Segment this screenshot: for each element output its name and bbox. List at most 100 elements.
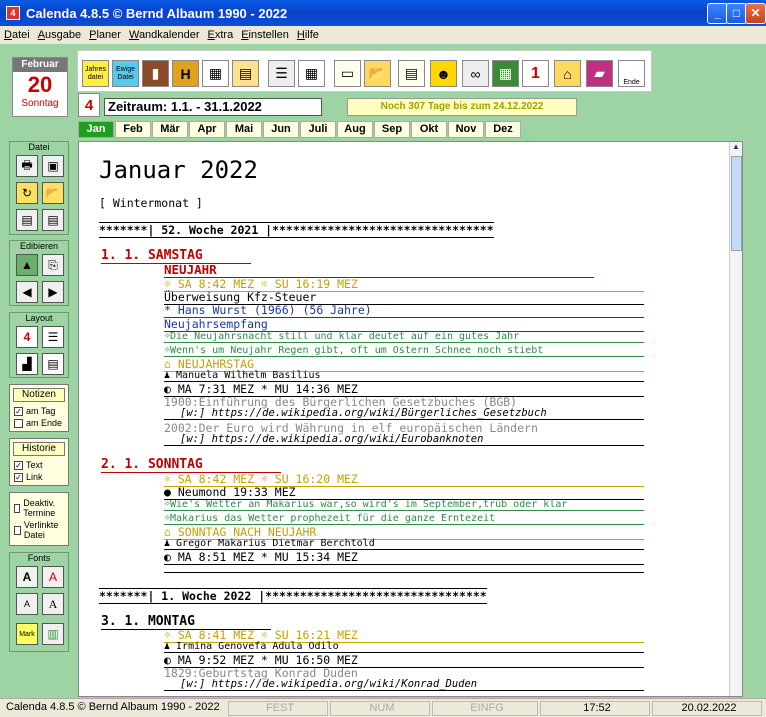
notizen-am-ende-checkbox[interactable]: am Ende [10, 417, 68, 429]
layout-table-icon[interactable]: ▤ [42, 353, 64, 375]
tab-mai[interactable]: Mai [226, 121, 262, 138]
print-icon[interactable]: 🖶 [16, 155, 38, 177]
menu-extra[interactable]: Extra [204, 29, 238, 41]
jahres-datei-icon[interactable]: Jahres datei [82, 60, 109, 87]
current-weekday: Sonntag [21, 98, 59, 109]
zeitraum-field[interactable]: Zeitraum: 1.1. - 31.1.2022 [104, 98, 322, 116]
fonts-group: Fonts A A A A Mark ▥ [9, 552, 69, 652]
tab-nov[interactable]: Nov [448, 121, 484, 138]
tab-okt[interactable]: Okt [411, 121, 447, 138]
entry[interactable]: Neujahrsempfang [164, 317, 644, 332]
grid-icon[interactable]: ▦ [298, 60, 325, 87]
book-icon[interactable]: ▮ [142, 60, 169, 87]
calendar-month-icon[interactable]: ▤ [232, 60, 259, 87]
historie-link-checkbox[interactable]: ✓ Link [10, 471, 68, 483]
am-tag-label: am Tag [26, 406, 56, 416]
document-icon[interactable]: ▤ [398, 60, 425, 87]
tab-feb[interactable]: Feb [115, 121, 151, 138]
notizen-am-tag-checkbox[interactable]: ✓ am Tag [10, 405, 68, 417]
history-link[interactable]: [w:] https://de.wikipedia.org/wiki/Eurob… [164, 433, 644, 446]
vertical-scrollbar[interactable]: ▲ [729, 142, 742, 696]
menu-wandkalender[interactable]: Wandkalender [125, 29, 204, 41]
app-icon: 4 [6, 6, 20, 20]
status-bar: Calenda 4.8.5 © Bernd Albaum 1990 - 2022… [0, 698, 766, 717]
deaktiv-termine-checkbox[interactable]: Deaktiv. Termine [10, 497, 68, 519]
house-icon[interactable]: ⌂ [554, 60, 581, 87]
folder-icon[interactable]: 📂 [364, 60, 391, 87]
h-icon[interactable]: H [172, 60, 199, 87]
close-button[interactable]: ✕ [745, 3, 766, 24]
menu-planer[interactable]: Planer [85, 29, 125, 41]
font-small-icon[interactable]: A [16, 593, 38, 615]
image-icon[interactable]: ▲ [16, 254, 38, 276]
verlinkte-datei-checkbox[interactable]: Verlinkte Datei [10, 519, 68, 541]
tab-jan[interactable]: Jan [78, 121, 114, 138]
month-title: Januar 2022 [99, 156, 258, 184]
current-month: Februar [13, 58, 67, 72]
arrow-left-icon[interactable]: ◀ [16, 281, 38, 303]
preview-icon[interactable]: ▤ [16, 209, 38, 231]
layout-list-icon[interactable]: ☰ [42, 326, 64, 348]
menu-hilfe[interactable]: Hilfe [293, 29, 323, 41]
historie-box: Historie ✓ Text ✓ Link [9, 438, 69, 486]
pencils-icon[interactable]: ▥ [42, 623, 64, 645]
exit-icon[interactable]: Ende [618, 60, 645, 87]
status-einfg: EINFG [432, 701, 538, 716]
minimize-button[interactable]: _ [707, 3, 728, 24]
calendar-grid-icon[interactable]: ▦ [202, 60, 229, 87]
name-days: ♟ Manuela Wilhelm Basilius [164, 370, 644, 382]
historie-text-checkbox[interactable]: ✓ Text [10, 459, 68, 471]
window-title: Calenda 4.8.5 © Bernd Albaum 1990 - 2022 [26, 5, 288, 21]
calculator-icon[interactable]: ▦ [492, 60, 519, 87]
layout-day-icon[interactable]: 4 [16, 326, 38, 348]
list-icon[interactable]: ☰ [268, 60, 295, 87]
tab-jun[interactable]: Jun [263, 121, 299, 138]
status-fest: FEST [228, 701, 328, 716]
menu-datei[interactable]: Datei [0, 29, 34, 41]
export-icon[interactable]: ▤ [42, 209, 64, 231]
scroll-up-icon[interactable]: ▲ [730, 142, 742, 155]
font-big-icon[interactable]: A [16, 566, 38, 588]
calendar-content: Januar 2022 [ Wintermonat ] *******| 52.… [78, 141, 743, 697]
datei-label: Datei [28, 142, 50, 152]
menu-einstellen[interactable]: Einstellen [237, 29, 293, 41]
ewige-datei-icon[interactable]: Ewige Datei [112, 60, 139, 87]
birthday-entry[interactable]: * Hans Wurst (1966) (56 Jahre) [164, 303, 644, 318]
font-color-icon[interactable]: A [42, 566, 64, 588]
day-calendar-icon[interactable]: 1 [522, 60, 549, 87]
tab-jul[interactable]: Juli [300, 121, 336, 138]
week-header: *******| 1. Woche 2022 |****************… [99, 588, 487, 604]
open-folder-icon[interactable]: 📂 [42, 182, 64, 204]
name-days: ♟ Gregor Makarius Dietmar Berchtold [164, 538, 644, 550]
smiley-icon[interactable]: ☻ [430, 60, 457, 87]
weather-rule: ☼Makarius das Wetter prophezeit für die … [164, 513, 644, 525]
tab-apr[interactable]: Apr [189, 121, 225, 138]
tab-dez[interactable]: Dez [485, 121, 521, 138]
verlinkte-label: Verlinkte Datei [23, 520, 59, 540]
reload-icon[interactable]: ↻ [16, 182, 38, 204]
books-icon[interactable]: ▰ [586, 60, 613, 87]
binoculars-icon[interactable]: ∞ [462, 60, 489, 87]
font-family-icon[interactable]: A [42, 593, 64, 615]
holiday-name: NEUJAHR [164, 262, 594, 278]
history-link[interactable]: [w:] https://de.wikipedia.org/wiki/Konra… [164, 678, 644, 691]
note-icon[interactable]: ▭ [334, 60, 361, 87]
history-link[interactable]: [w:] https://de.wikipedia.org/wiki/Bürge… [164, 407, 644, 420]
save-icon[interactable]: ▣ [42, 155, 64, 177]
maximize-button[interactable]: □ [726, 3, 747, 24]
tab-sep[interactable]: Sep [374, 121, 410, 138]
layout-chart-icon[interactable]: ▟ [16, 353, 38, 375]
mark-icon[interactable]: Mark [16, 623, 38, 645]
historie-title: Historie [13, 442, 65, 456]
calendar-icon[interactable]: 4 [78, 93, 100, 117]
copy-icon[interactable]: ⎘ [42, 254, 64, 276]
arrow-right-icon[interactable]: ▶ [42, 281, 64, 303]
status-time: 17:52 [540, 701, 650, 716]
weather-rule: ☼Wie's Wetter an Makarius war,so wird's … [164, 499, 644, 511]
tab-mar[interactable]: Mär [152, 121, 188, 138]
menu-ausgabe[interactable]: Ausgabe [34, 29, 85, 41]
status-num: NUM [330, 701, 430, 716]
layout-label: Layout [25, 313, 53, 323]
scroll-thumb[interactable] [731, 156, 742, 251]
tab-aug[interactable]: Aug [337, 121, 373, 138]
